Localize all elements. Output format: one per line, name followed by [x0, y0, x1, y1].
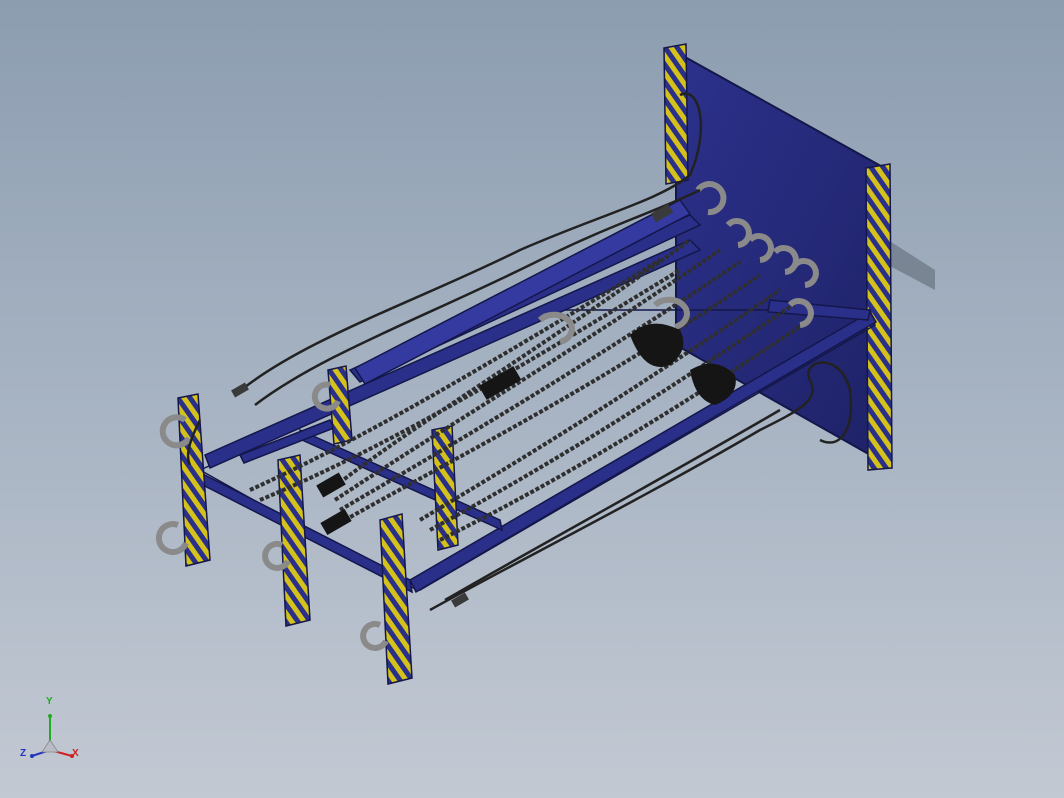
axis-y-label: Y — [46, 696, 53, 707]
back-post-left — [663, 43, 689, 185]
axis-x-label: X — [72, 748, 79, 759]
cad-viewport[interactable]: Y X Z — [0, 0, 1064, 798]
axis-z-label: Z — [20, 748, 27, 759]
orientation-triad[interactable]: Y X Z — [18, 696, 88, 770]
triad-axes-icon — [30, 714, 74, 758]
rack-model[interactable] — [0, 0, 1064, 798]
